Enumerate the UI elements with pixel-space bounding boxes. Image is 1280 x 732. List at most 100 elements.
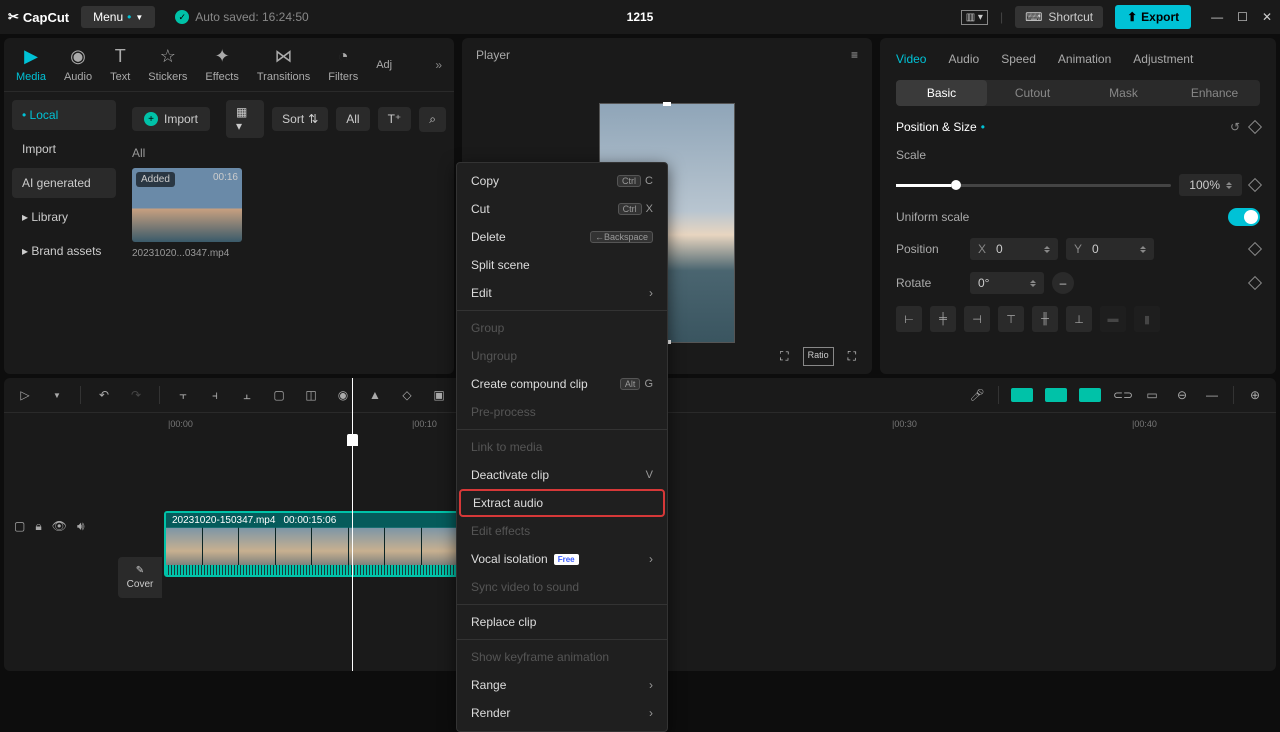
tab-audio[interactable]: ◉Audio: [64, 46, 92, 83]
close-button[interactable]: ✕: [1262, 10, 1272, 24]
tab-effects[interactable]: ✦Effects: [205, 46, 238, 83]
import-button[interactable]: +Import: [132, 107, 210, 131]
rotate-input[interactable]: 0°: [970, 272, 1044, 294]
layout-icon[interactable]: ▥ ▾: [961, 10, 988, 25]
prop-tab-animation[interactable]: Animation: [1058, 52, 1111, 66]
tab-text[interactable]: TText: [110, 46, 130, 83]
tab-filters[interactable]: ◔Filters: [328, 46, 358, 83]
pointer-tool[interactable]: ▷: [16, 388, 34, 402]
reset-icon[interactable]: ↺: [1230, 120, 1240, 134]
split-button[interactable]: ⫟: [174, 388, 192, 403]
rotate-keyframe-icon[interactable]: [1248, 276, 1262, 290]
player-menu-icon[interactable]: ≡: [851, 48, 858, 62]
freeze-button[interactable]: ▣: [430, 388, 448, 402]
playhead[interactable]: [352, 378, 353, 671]
align-vcenter-button[interactable]: ╫: [1032, 306, 1058, 332]
lock-icon[interactable]: 🔒︎: [35, 519, 41, 534]
ctx-vocal-isolation[interactable]: Vocal isolationFree›: [457, 545, 667, 573]
sub-tab-cutout[interactable]: Cutout: [987, 80, 1078, 106]
trim-left-button[interactable]: ⫞: [206, 388, 224, 403]
tabs-more-icon[interactable]: »: [435, 58, 442, 72]
shortcut-button[interactable]: ⌨ Shortcut: [1015, 6, 1103, 28]
ctx-copy[interactable]: CopyCtrlC: [457, 167, 667, 195]
undo-button[interactable]: ↶: [95, 388, 113, 402]
magnet-3-button[interactable]: [1079, 388, 1101, 402]
prop-tab-video[interactable]: Video: [896, 52, 926, 66]
ctx-extract-audio[interactable]: Extract audio: [459, 489, 665, 517]
sort-button[interactable]: Sort ⇅: [272, 107, 328, 131]
align-bottom-button[interactable]: ⊥: [1066, 306, 1092, 332]
scale-value[interactable]: 100%: [1179, 174, 1242, 196]
tab-media[interactable]: ▶Media: [16, 46, 46, 83]
sub-tab-enhance[interactable]: Enhance: [1169, 80, 1260, 106]
ctx-replace[interactable]: Replace clip: [457, 608, 667, 636]
ctx-compound[interactable]: Create compound clipAltG: [457, 370, 667, 398]
align-top-button[interactable]: ⊤: [998, 306, 1024, 332]
align-hcenter-button[interactable]: ╪: [930, 306, 956, 332]
ctx-range[interactable]: Range›: [457, 671, 667, 699]
cover-button[interactable]: ✎ Cover: [118, 557, 162, 598]
reverse-button[interactable]: ▲: [366, 388, 384, 402]
position-keyframe-icon[interactable]: [1248, 242, 1262, 256]
delete-button[interactable]: ▢: [270, 388, 288, 402]
maximize-button[interactable]: ☐: [1237, 10, 1248, 24]
export-button[interactable]: ⬆ Export: [1115, 5, 1191, 29]
menu-button[interactable]: Menu • ▼: [81, 6, 155, 28]
ctx-split-scene[interactable]: Split scene: [457, 251, 667, 279]
position-y-input[interactable]: Y0: [1066, 238, 1154, 260]
scale-slider[interactable]: [896, 184, 1171, 187]
ctx-deactivate[interactable]: Deactivate clipV: [457, 461, 667, 489]
crop-button[interactable]: ◫: [302, 388, 320, 402]
rotate-dial[interactable]: –: [1052, 272, 1074, 294]
tab-stickers[interactable]: ☆Stickers: [148, 46, 187, 83]
magnet-2-button[interactable]: [1045, 388, 1067, 402]
ctx-cut[interactable]: CutCtrlX: [457, 195, 667, 223]
crop-icon[interactable]: ⛶: [776, 347, 792, 366]
trim-right-button[interactable]: ⫠: [238, 388, 256, 403]
prop-tab-audio[interactable]: Audio: [948, 52, 979, 66]
position-x-input[interactable]: X0: [970, 238, 1058, 260]
text-size-button[interactable]: T⁺: [378, 107, 412, 131]
ctx-render[interactable]: Render›: [457, 699, 667, 727]
scale-keyframe-icon[interactable]: [1248, 178, 1262, 192]
search-button[interactable]: ⌕: [419, 107, 446, 132]
sidebar-item-local[interactable]: • Local: [12, 100, 116, 130]
ctx-edit[interactable]: Edit›: [457, 279, 667, 307]
tab-transitions[interactable]: ⋈Transitions: [257, 46, 310, 83]
media-thumbnail[interactable]: Added 00:16 20231020...0347.mp4: [132, 168, 242, 259]
zoom-slider[interactable]: —: [1203, 388, 1221, 402]
mirror-button[interactable]: ◇: [398, 388, 416, 402]
grid-view-button[interactable]: ▦ ▾: [226, 100, 264, 138]
zoom-out-button[interactable]: ⊖: [1173, 388, 1191, 402]
timeline-clip[interactable]: 20231020-150347.mp4 00:00:15:06: [164, 511, 460, 577]
preview-button[interactable]: ▭: [1143, 388, 1161, 402]
sidebar-item-brand[interactable]: ▸ Brand assets: [12, 236, 116, 266]
sub-tab-basic[interactable]: Basic: [896, 80, 987, 106]
link-button[interactable]: ⊂⊃: [1113, 388, 1131, 402]
timeline-ruler[interactable]: |00:00 |00:10 |00:30 |00:40: [122, 413, 1276, 435]
keyframe-icon[interactable]: [1248, 120, 1262, 134]
minimize-button[interactable]: —: [1211, 10, 1223, 24]
sidebar-item-import[interactable]: Import: [12, 134, 116, 164]
align-left-button[interactable]: ⊢: [896, 306, 922, 332]
mute-icon[interactable]: 🔊︎: [77, 519, 85, 534]
zoom-fit-button[interactable]: ⊕: [1246, 388, 1264, 402]
sidebar-item-aigen[interactable]: AI generated: [12, 168, 116, 198]
tool-dropdown[interactable]: ▼: [48, 391, 66, 400]
uniform-toggle[interactable]: [1228, 208, 1260, 226]
ctx-delete[interactable]: Delete←Backspace: [457, 223, 667, 251]
ratio-button[interactable]: Ratio: [803, 347, 834, 366]
record-button[interactable]: ◉: [334, 388, 352, 402]
mic-icon[interactable]: 🎤︎: [968, 388, 986, 402]
redo-button[interactable]: ↷: [127, 388, 145, 402]
filter-all-button[interactable]: All: [336, 107, 369, 131]
tab-adj[interactable]: Adj: [376, 59, 392, 71]
align-right-button[interactable]: ⊣: [964, 306, 990, 332]
fullscreen-icon[interactable]: ⛶: [844, 347, 860, 366]
sidebar-item-library[interactable]: ▸ Library: [12, 202, 116, 232]
eye-icon[interactable]: 👁: [52, 519, 67, 534]
magnet-1-button[interactable]: [1011, 388, 1033, 402]
sub-tab-mask[interactable]: Mask: [1078, 80, 1169, 106]
prop-tab-adjustment[interactable]: Adjustment: [1133, 52, 1193, 66]
track-select-icon[interactable]: ▢: [14, 519, 25, 534]
